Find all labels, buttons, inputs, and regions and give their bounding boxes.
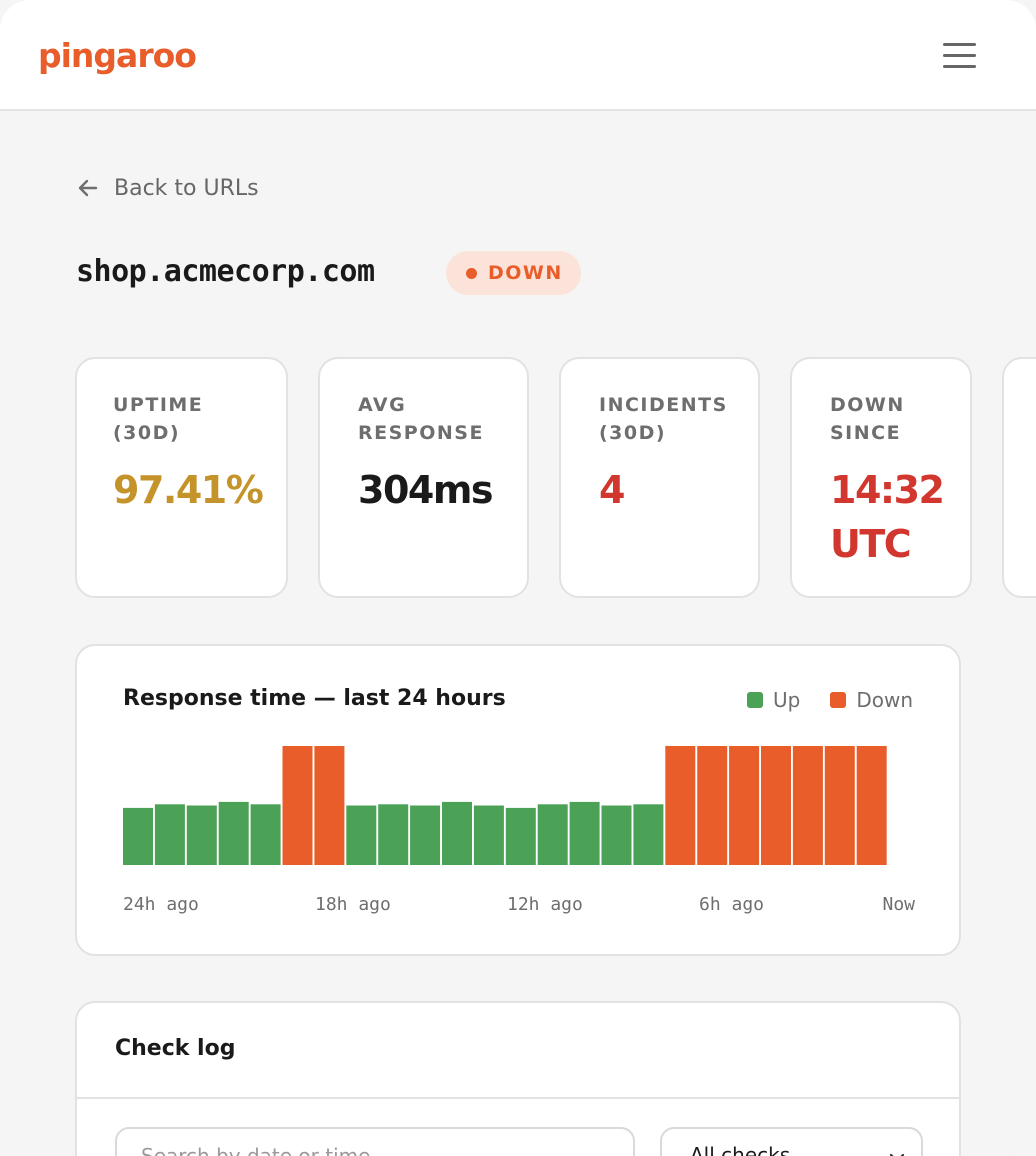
response-time-chart-card: Response time — last 24 hours Up Down 24… (75, 644, 961, 956)
response-time-bars (123, 746, 887, 866)
app-window: pingaroo Back to URLs shop.acmecorp.com … (0, 0, 1036, 1156)
stat-label: UPTIME (30D) (113, 394, 204, 444)
arrow-left-icon (78, 179, 98, 197)
x-tick-label: 6h ago (699, 894, 765, 915)
stat-card-avg-response: AVG RESPONSE 304ms (318, 357, 529, 598)
chart-bar-up[interactable] (569, 801, 600, 865)
hamburger-menu-icon[interactable] (940, 40, 980, 72)
stat-value: 4 (599, 468, 625, 512)
x-tick-label: 18h ago (315, 894, 391, 915)
chart-bar-down[interactable] (761, 746, 791, 865)
back-link-label: Back to URLs (114, 175, 259, 201)
chart-bar-up[interactable] (123, 807, 153, 865)
chart-bar-down[interactable] (792, 746, 823, 865)
chart-bar-up[interactable] (537, 804, 568, 865)
stat-label: DOWN SINCE (830, 394, 905, 444)
chart-bar-up[interactable] (633, 804, 664, 865)
stat-label: AVG RESPONSE (358, 394, 484, 444)
stat-label: INCIDENTS (30D) (599, 394, 728, 444)
filter-selected-label: All checks (690, 1143, 791, 1156)
chart-bar-down[interactable] (824, 746, 855, 865)
top-bar: pingaroo (0, 0, 1036, 111)
brand-logo[interactable]: pingaroo (38, 36, 197, 75)
status-badge: DOWN (446, 251, 581, 295)
check-log-title: Check log (115, 1036, 236, 1061)
stat-value: 14:32 UTC (830, 468, 945, 566)
check-log-filter-select[interactable]: All checks (660, 1127, 923, 1156)
chart-bar-up[interactable] (186, 805, 217, 866)
chart-bar-down[interactable] (856, 746, 887, 865)
stat-card-down-since: DOWN SINCE 14:32 UTC (790, 357, 972, 598)
x-tick-label: 24h ago (123, 894, 199, 915)
chart-bar-up[interactable] (346, 805, 377, 866)
chart-bar-up[interactable] (250, 804, 281, 865)
chart-bar-down[interactable] (665, 746, 696, 865)
chevron-down-icon (889, 1153, 905, 1156)
chart-bar-up[interactable] (218, 801, 249, 865)
stat-value: 97.41% (113, 468, 264, 512)
back-to-urls-link[interactable]: Back to URLs (76, 172, 259, 204)
check-log-search-input[interactable] (115, 1127, 635, 1156)
chart-bar-up[interactable] (410, 805, 441, 866)
monitor-url-title: shop.acmecorp.com (76, 254, 375, 289)
stat-card-incidents: INCIDENTS (30D) 4 (559, 357, 760, 598)
chart-bar-up[interactable] (154, 804, 185, 865)
chart-bar-down[interactable] (282, 746, 313, 865)
chart-bar-down[interactable] (697, 746, 728, 865)
chart-bar-up[interactable] (473, 805, 504, 866)
stat-card-overflow (1002, 357, 1036, 598)
status-dot-icon (466, 267, 477, 279)
chart-bar-up[interactable] (601, 805, 632, 866)
stat-card-uptime: UPTIME (30D) 97.41% (75, 357, 288, 598)
x-tick-label: 12h ago (507, 894, 583, 915)
chart-bar-up[interactable] (442, 801, 472, 865)
chart-bar-up[interactable] (505, 807, 536, 865)
chart-bar-down[interactable] (729, 746, 760, 865)
chart-bar-up[interactable] (378, 804, 409, 865)
status-badge-label: DOWN (488, 262, 563, 284)
divider (77, 1097, 959, 1099)
x-tick-label: Now (882, 894, 915, 915)
chart-bar-down[interactable] (314, 746, 345, 865)
stat-value: 304ms (358, 468, 494, 512)
check-log-card: Check log All checks (75, 1001, 961, 1156)
